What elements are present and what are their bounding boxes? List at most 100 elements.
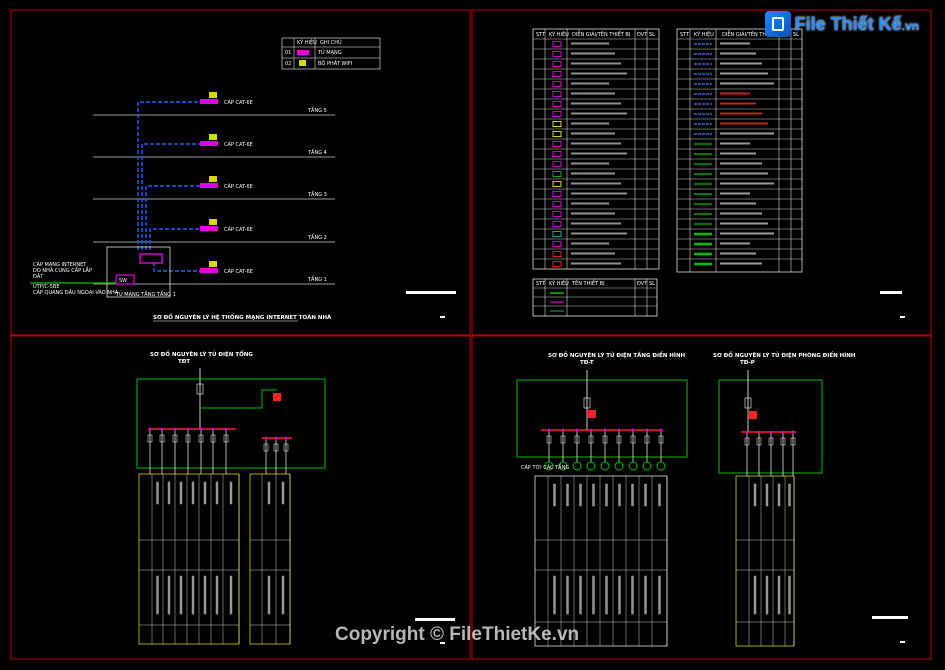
- table-text-row: [571, 172, 615, 175]
- schedule-text-vertical: [579, 483, 582, 507]
- table-text-row: [720, 142, 750, 145]
- device-symbol-icon: [552, 121, 562, 127]
- schedule-text-vertical: [191, 481, 195, 505]
- schedule-text-vertical: [179, 575, 183, 615]
- device-symbol-icon: [552, 101, 562, 107]
- panel-floor-enclosure: [516, 379, 688, 458]
- device-symbol-icon: [552, 91, 562, 97]
- floor-lines: [93, 114, 335, 285]
- busbar-node: [186, 427, 190, 431]
- table-text-row: [720, 242, 750, 245]
- schedule-text-vertical: [618, 575, 621, 615]
- busbar-node: [148, 427, 152, 431]
- busbar-node: [603, 428, 607, 432]
- sym-header-symbol: KÝ HIỆU: [549, 30, 569, 38]
- legend-table-cables: STT KÝ HIỆU DIỄN GIẢI/TÊN THIẾT BỊ ĐVT S…: [676, 28, 803, 273]
- panel-floor-code: TĐ-T: [580, 360, 594, 366]
- sheet-border-bottom-right: [471, 335, 932, 660]
- schedule-text-vertical: [753, 483, 757, 507]
- schedule-text-vertical: [553, 575, 556, 615]
- wifi-device-floor-5: [200, 92, 218, 104]
- schedule-text-vertical: [203, 481, 207, 505]
- extra-header-symbol: KÝ HIỆU: [549, 279, 569, 287]
- schedule-text-vertical: [631, 575, 634, 615]
- device-symbol-icon: [552, 111, 562, 117]
- outgoing-circle-icon: [586, 461, 596, 471]
- extra-header-qty: SL: [649, 281, 655, 287]
- sheet-number-mark: [900, 641, 905, 643]
- table-text-row: [571, 72, 627, 75]
- table-text-row: [571, 62, 621, 65]
- table-text-row: [720, 162, 762, 165]
- schedule-text-vertical: [167, 575, 171, 615]
- sheet-number-mark: [440, 316, 445, 318]
- busbar-node: [173, 427, 177, 431]
- busbar-node: [160, 427, 164, 431]
- sheet-borders: [10, 9, 932, 660]
- incoming-label-5: CÁP QUANG ĐẦU NGOẠI VÀO NHÀ: [33, 288, 119, 296]
- busbar-node: [547, 428, 551, 432]
- table-text-row: [571, 262, 621, 265]
- table-text-row: [571, 102, 621, 105]
- wifi-device-floor-1: [200, 261, 218, 273]
- floor-label-3: TẦNG 3: [307, 190, 327, 198]
- cab-header-stt: STT: [680, 32, 690, 38]
- device-symbol-icon: [552, 251, 562, 257]
- cable-label-3: CÁP CAT-6E: [224, 183, 253, 190]
- table-text-row: [720, 222, 768, 225]
- site-domain: .vn: [901, 18, 919, 33]
- device-symbol-icon: [552, 231, 562, 237]
- outgoing-circle-icon: [572, 461, 582, 471]
- incoming-label-2: DO NHÀ CUNG CẤP LẮP: [33, 266, 92, 274]
- busbar-node: [745, 430, 749, 434]
- schedule-text-vertical: [788, 575, 791, 615]
- panel-room-schedule: [735, 475, 795, 647]
- busbar-node: [561, 428, 565, 432]
- table-text-row: [720, 72, 768, 75]
- incoming-label-3: ĐẶT: [33, 273, 44, 280]
- device-symbol-icon: [552, 41, 562, 47]
- schedule-text-vertical: [579, 575, 582, 615]
- device-symbol-icon: [552, 131, 562, 137]
- panel-floor-diagram: SƠ ĐỒ NGUYÊN LÝ TỦ ĐIỆN TẦNG ĐIỂN HÌNH T…: [516, 350, 688, 647]
- scale-bar: [406, 291, 456, 294]
- table-text-row: [720, 122, 768, 125]
- site-name: File Thiết Kế: [794, 13, 902, 34]
- table-text-row: [720, 62, 762, 65]
- site-logo[interactable]: File Thiết Kế.vn: [764, 11, 919, 37]
- floor-label-5: TẦNG 5: [307, 106, 327, 114]
- panel-floor-outgoing: CÁP TỚI CÁC TẦNG: [521, 463, 569, 471]
- floor-label-1: TẦNG 1: [307, 275, 327, 283]
- contactor-icon: [273, 393, 281, 401]
- sheet-border-bottom-left: [10, 335, 471, 660]
- extra-header-stt: STT: [536, 281, 546, 287]
- schedule-text-vertical: [156, 481, 159, 505]
- sheet-number-mark: [900, 316, 905, 318]
- device-symbol-icon: [552, 191, 562, 197]
- legend-table-extra: STT KÝ HIỆU TÊN THIẾT BỊ ĐVT SL: [532, 278, 658, 317]
- busbar-node: [659, 428, 663, 432]
- schedule-text-vertical: [566, 575, 569, 615]
- schedule-text-vertical: [644, 575, 647, 615]
- busbar-node: [645, 428, 649, 432]
- table-text-row: [720, 52, 756, 55]
- extra-header-unit: ĐVT: [637, 281, 648, 287]
- device-symbol-icon: [552, 241, 562, 247]
- extra-header-name: TÊN THIẾT BỊ: [571, 279, 605, 287]
- panel-room-enclosure: [718, 379, 823, 474]
- busbar-node: [284, 436, 288, 440]
- panel-room-title: SƠ ĐỒ NGUYÊN LÝ TỦ ĐIỆN PHÒNG ĐIỂN HÌNH: [713, 350, 856, 359]
- table-text-row: [720, 232, 774, 235]
- schedule-text-vertical: [753, 575, 757, 615]
- schedule-text-vertical: [592, 575, 595, 615]
- table-text-row: [720, 172, 768, 175]
- wifi-device-floor-4: [200, 134, 218, 146]
- schedule-text-vertical: [592, 483, 595, 507]
- cad-drawing-canvas: KÝ HIỆU GHI CHÚ 01 TỦ MẠNG 02 BỘ PHÁT WI…: [10, 9, 932, 660]
- schedule-text-vertical: [631, 483, 634, 507]
- table-text-row: [571, 152, 627, 155]
- schedule-text-vertical: [605, 575, 608, 615]
- switch-label: SW: [119, 278, 127, 284]
- schedule-text-vertical: [788, 483, 791, 507]
- schedule-text-vertical: [553, 483, 556, 507]
